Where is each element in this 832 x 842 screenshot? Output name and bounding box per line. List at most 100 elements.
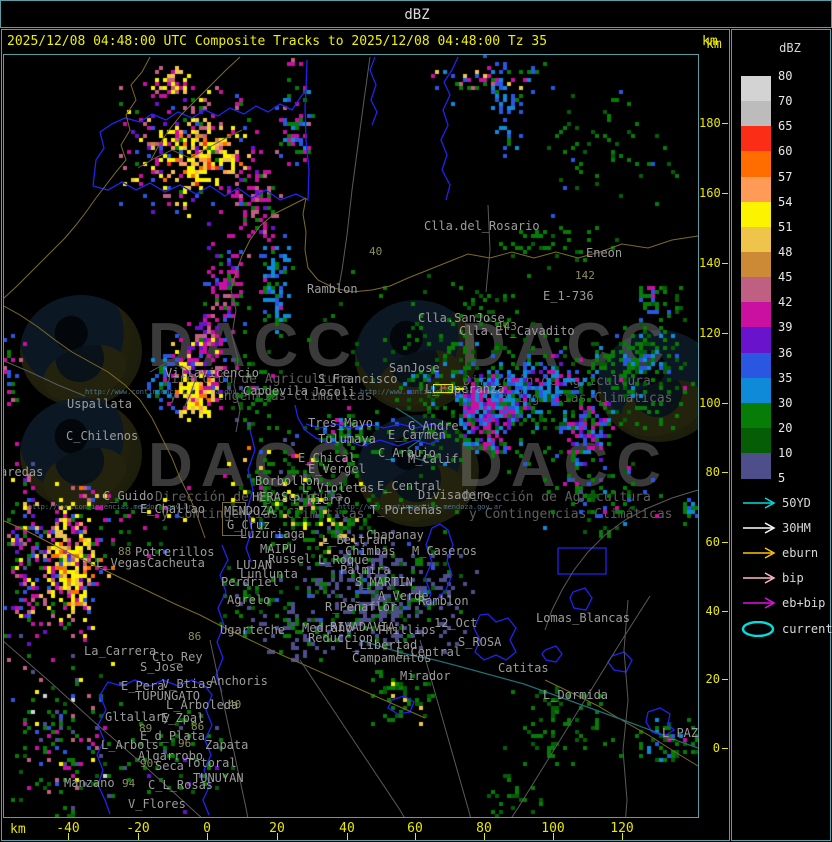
place-label: C_Guido (103, 490, 154, 502)
legend-item-label: 30HM (782, 521, 811, 535)
place-label: Divisadero (418, 489, 490, 501)
bottom-axis-tick (415, 833, 416, 840)
eb+bip-arrow-icon (741, 595, 781, 615)
place-label: Mirador (400, 670, 451, 682)
right-axis-tick-label: 160 (699, 186, 720, 200)
right-axis-tick (722, 123, 728, 124)
right-axis-tick (722, 542, 728, 543)
blue-map-line (608, 652, 632, 672)
colorbar-value-label: 36 (778, 347, 804, 359)
right-axis-tick-label: 20 (699, 672, 720, 686)
place-label: C_Chilenos (66, 430, 138, 442)
colorbar-swatch (741, 177, 771, 203)
place-label: 12_Oct (434, 617, 477, 629)
place-label: Ugarteche (220, 624, 285, 636)
colorbar-swatch (741, 202, 771, 228)
place-label: L_PAZ (662, 727, 698, 739)
right-axis-tick (722, 403, 728, 404)
bottom-axis-tick (553, 833, 554, 840)
place-label: M_Caseros (412, 545, 477, 557)
right-axis-tick (722, 679, 728, 680)
blue-map-line (441, 57, 458, 200)
50YD-arrow-icon (741, 495, 781, 515)
place-label: HERAS (252, 491, 288, 503)
olive-map-line (303, 198, 698, 292)
place-label: Clla.del_Rosario (424, 220, 540, 232)
colorbar-value-label: 10 (778, 447, 804, 459)
right-axis-tick-label: 0 (699, 741, 720, 755)
route-number-label: 86 (191, 721, 204, 733)
right-axis-tick-label: 80 (699, 465, 720, 479)
gray-map-line (3, 360, 85, 396)
place-label: Manzano (64, 777, 115, 789)
place-label: Ramblon (307, 283, 358, 295)
place-label: Tres_Mayo (308, 417, 373, 429)
place-label: Phillips (378, 624, 436, 636)
colorbar-value-label: 60 (778, 145, 804, 157)
legend-item-label: bip (782, 571, 804, 585)
datetime-status-line: 2025/12/08 04:48:00 UTC Composite Tracks… (7, 34, 547, 49)
bottom-axis-tick (622, 833, 623, 840)
eburn-arrow-icon (741, 545, 781, 565)
legend-item-label: current (782, 622, 832, 636)
colorbar-value-label: 80 (778, 70, 804, 82)
colorbar-value-label: 20 (778, 422, 804, 434)
place-label: E_Challao (140, 503, 205, 515)
place-label: Perdriel (221, 576, 279, 588)
place-label: C_L_Rosas (148, 779, 213, 791)
colorbar-swatch (741, 428, 771, 454)
right-axis-tick (722, 193, 728, 194)
place-label: S_ROSA (458, 636, 501, 648)
colorbar-value-label: 39 (778, 321, 804, 333)
colorbar-swatch (741, 252, 771, 278)
radar-map[interactable]: DACCDACCDACCDACCDirección de Agricultura… (3, 54, 699, 818)
gray-map-line (545, 490, 698, 630)
colorbar-swatch (741, 403, 771, 429)
place-label: aredas (3, 466, 43, 478)
right-axis-tick-label: 120 (699, 326, 720, 340)
bottom-axis-tick (138, 833, 139, 840)
colorbar-value-label: 30 (778, 397, 804, 409)
route-number-label: 96 (178, 738, 191, 750)
route-number-label: 94 (122, 778, 135, 790)
gray-map-line (210, 640, 250, 818)
route-number-label: 90 (140, 758, 153, 770)
olive-map-line (4, 57, 150, 298)
colorbar-value-label: 57 (778, 171, 804, 183)
bottom-axis-tick (207, 833, 208, 840)
place-label: S_Jose (140, 661, 183, 673)
place-label: Villavicencio (165, 367, 259, 379)
right-axis-tick-label: 60 (699, 535, 720, 549)
colorbar-value-label: 5 (778, 472, 804, 484)
titlebar: dBZ (0, 0, 832, 28)
place-label: Tulumaya (318, 433, 376, 445)
place-label: Anchoris (210, 675, 268, 687)
olive-map-line (231, 198, 306, 290)
bip-arrow-icon (741, 570, 781, 590)
bottom-axis-tick (484, 833, 485, 840)
track-marker[interactable]: 35 (433, 384, 453, 393)
colorbar-swatch (741, 353, 771, 379)
colorbar-swatch (741, 302, 771, 328)
place-label: Agrelo (227, 594, 270, 606)
current-cell-icon (741, 621, 781, 641)
blue-map-line (558, 548, 606, 574)
right-axis-unit: km (706, 37, 722, 52)
colorbar-swatch (741, 76, 771, 102)
place-label: Zapata (205, 739, 248, 751)
right-axis-tick-label: 180 (699, 116, 720, 130)
place-label: Clla.SanJose (418, 312, 505, 324)
colorbar-value-label: 70 (778, 95, 804, 107)
blue-map-line (570, 588, 592, 610)
place-label: Lomas_Blancas (536, 612, 630, 624)
right-axis-tick (722, 263, 728, 264)
place-label: Russel (268, 553, 311, 565)
right-axis-tick-label: 40 (699, 604, 720, 618)
place-label: R_Peñaflor (325, 601, 397, 613)
place-label: L_Dormida (543, 689, 608, 701)
place-label: V_Flores (128, 798, 186, 810)
30HM-arrow-icon (741, 520, 781, 540)
route-number-label: 142 (575, 270, 595, 282)
colorbar-swatch (741, 327, 771, 353)
place-label: Ramblon (418, 595, 469, 607)
